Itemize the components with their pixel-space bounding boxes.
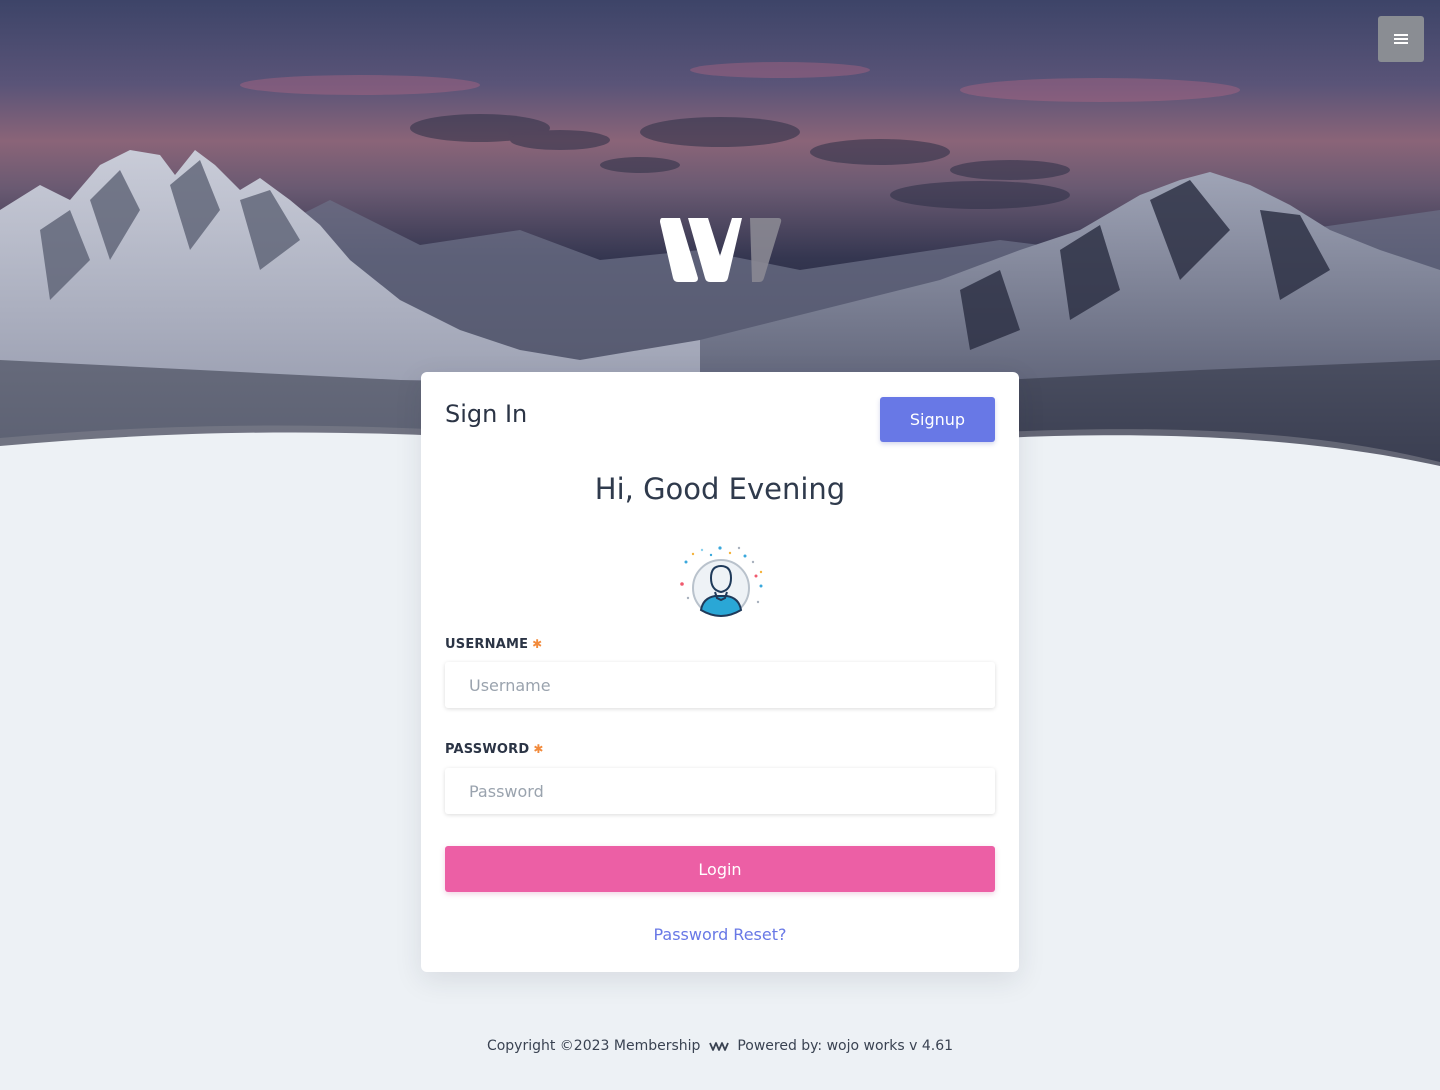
powered-by-text: Powered by: wojo works v 4.61 bbox=[737, 1038, 954, 1054]
required-asterisk-icon: ✱ bbox=[533, 742, 544, 756]
wojo-mini-logo-icon bbox=[709, 1042, 729, 1051]
password-label-text: PASSWORD bbox=[445, 742, 530, 757]
username-label: USERNAME ✱ bbox=[445, 637, 542, 652]
user-avatar-icon bbox=[680, 546, 763, 618]
menu-button[interactable] bbox=[1378, 16, 1424, 62]
username-label-text: USERNAME bbox=[445, 637, 529, 652]
w-logo-icon bbox=[660, 218, 782, 282]
required-asterisk-icon: ✱ bbox=[532, 637, 543, 651]
copyright-text: Copyright ©2023 Membership bbox=[486, 1038, 701, 1054]
page-title: Sign In bbox=[445, 400, 528, 428]
sign-in-card: Sign In Signup Hi, Good Evening USERNAME… bbox=[421, 372, 1019, 972]
password-reset-link[interactable]: Password Reset? bbox=[421, 925, 1019, 944]
login-button[interactable]: Login bbox=[445, 846, 995, 892]
signup-button[interactable]: Signup bbox=[880, 397, 995, 442]
password-input[interactable] bbox=[445, 768, 995, 814]
footer: Copyright ©2023 Membership Powered by: w… bbox=[0, 1038, 1440, 1054]
password-label: PASSWORD ✱ bbox=[445, 742, 544, 757]
username-input[interactable] bbox=[445, 662, 995, 708]
hamburger-menu-icon bbox=[1394, 34, 1408, 44]
greeting-text: Hi, Good Evening bbox=[594, 472, 846, 506]
